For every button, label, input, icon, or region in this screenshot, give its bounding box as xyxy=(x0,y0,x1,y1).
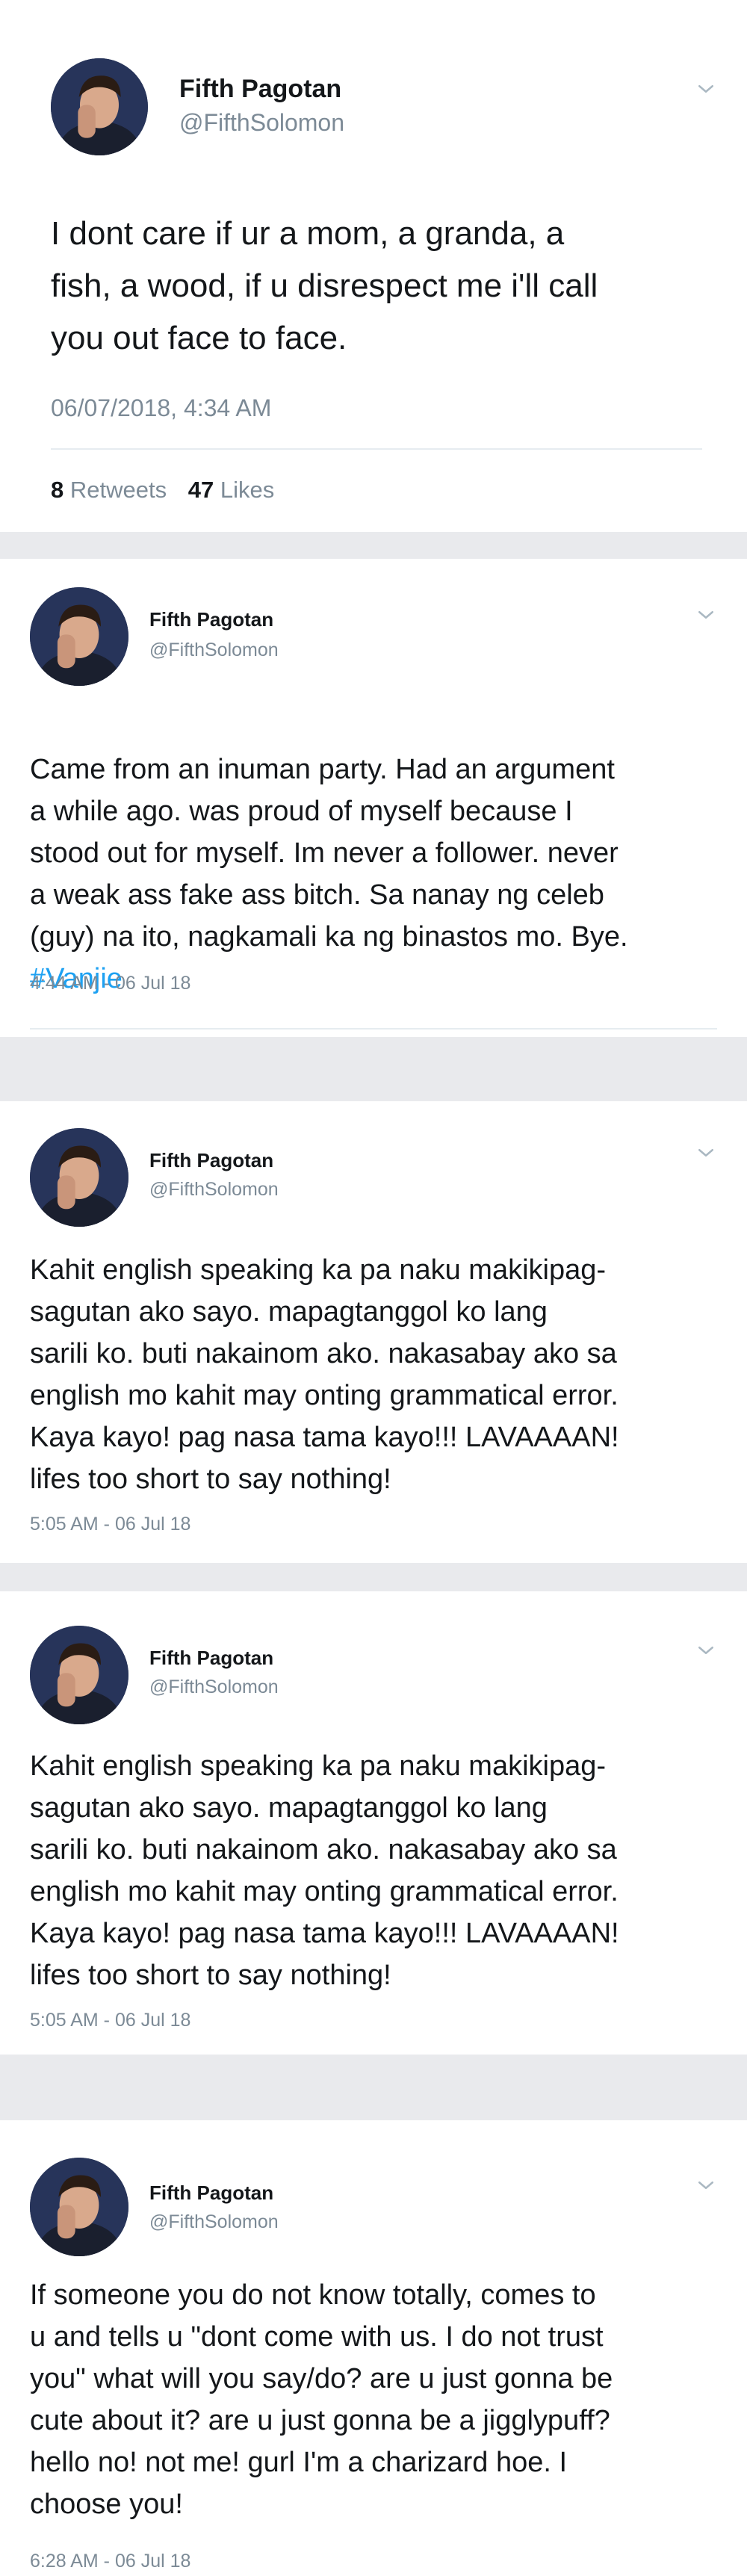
tweet-text: Kahit english speaking ka pa naku makiki… xyxy=(30,1254,619,1495)
tweet-card-1[interactable]: Fifth Pagotan @FifthSolomon I dont care … xyxy=(0,0,747,532)
tweet-card-3[interactable]: Fifth Pagotan @FifthSolomon Kahit englis… xyxy=(0,1101,747,1563)
likes-stat[interactable]: 47 Likes xyxy=(188,477,274,503)
tweet-timestamp[interactable]: 6:28 AM - 06 Jul 18 xyxy=(30,2551,190,2572)
tweet-card-5[interactable]: Fifth Pagotan @FifthSolomon If someone y… xyxy=(0,2120,747,2576)
tweet-text: I dont care if ur a mom, a granda, a fis… xyxy=(51,215,598,356)
chevron-down-icon[interactable] xyxy=(695,604,717,626)
tweet-text: Came from an inuman party. Had an argume… xyxy=(30,754,628,953)
avatar[interactable] xyxy=(30,2158,128,2256)
avatar[interactable] xyxy=(30,1626,128,1724)
display-name[interactable]: Fifth Pagotan xyxy=(149,608,273,631)
chevron-down-icon[interactable] xyxy=(695,2174,717,2196)
avatar[interactable] xyxy=(30,587,128,686)
tweet-timestamp[interactable]: 5:05 AM - 06 Jul 18 xyxy=(30,1514,190,1535)
tweet-text: If someone you do not know totally, come… xyxy=(30,2279,613,2520)
tweet-timestamp[interactable]: 06/07/2018, 4:34 AM xyxy=(51,394,271,422)
display-name[interactable]: Fifth Pagotan xyxy=(149,2182,273,2205)
tweet-timestamp[interactable]: 4:44 AM - 06 Jul 18 xyxy=(30,973,190,994)
chevron-down-icon[interactable] xyxy=(695,1639,717,1662)
retweets-stat[interactable]: 8 Retweets xyxy=(51,477,167,503)
tweet-card-2[interactable]: Fifth Pagotan @FifthSolomon Came from an… xyxy=(0,559,747,1037)
user-handle[interactable]: @FifthSolomon xyxy=(149,640,279,661)
display-name[interactable]: Fifth Pagotan xyxy=(179,75,341,104)
user-handle[interactable]: @FifthSolomon xyxy=(149,1676,279,1698)
like-count: 47 xyxy=(187,477,214,503)
user-handle[interactable]: @FifthSolomon xyxy=(149,2211,279,2233)
user-handle[interactable]: @FifthSolomon xyxy=(149,1179,279,1201)
likes-label: Likes xyxy=(220,477,275,503)
chevron-down-icon[interactable] xyxy=(695,1142,717,1164)
divider xyxy=(30,1028,717,1030)
tweet-text: Kahit english speaking ka pa naku makiki… xyxy=(30,1750,619,1991)
user-handle[interactable]: @FifthSolomon xyxy=(179,109,344,137)
display-name[interactable]: Fifth Pagotan xyxy=(149,1647,273,1670)
retweets-label: Retweets xyxy=(69,477,167,503)
divider xyxy=(51,448,702,450)
chevron-down-icon[interactable] xyxy=(695,78,717,100)
avatar[interactable] xyxy=(51,58,148,155)
tweet-timestamp[interactable]: 5:05 AM - 06 Jul 18 xyxy=(30,2010,190,2031)
display-name[interactable]: Fifth Pagotan xyxy=(149,1149,273,1172)
retweet-count: 8 xyxy=(51,477,64,503)
avatar[interactable] xyxy=(30,1128,128,1227)
tweet-stats: 8 Retweets 47 Likes xyxy=(51,477,289,504)
tweet-card-4[interactable]: Fifth Pagotan @FifthSolomon Kahit englis… xyxy=(0,1591,747,2055)
